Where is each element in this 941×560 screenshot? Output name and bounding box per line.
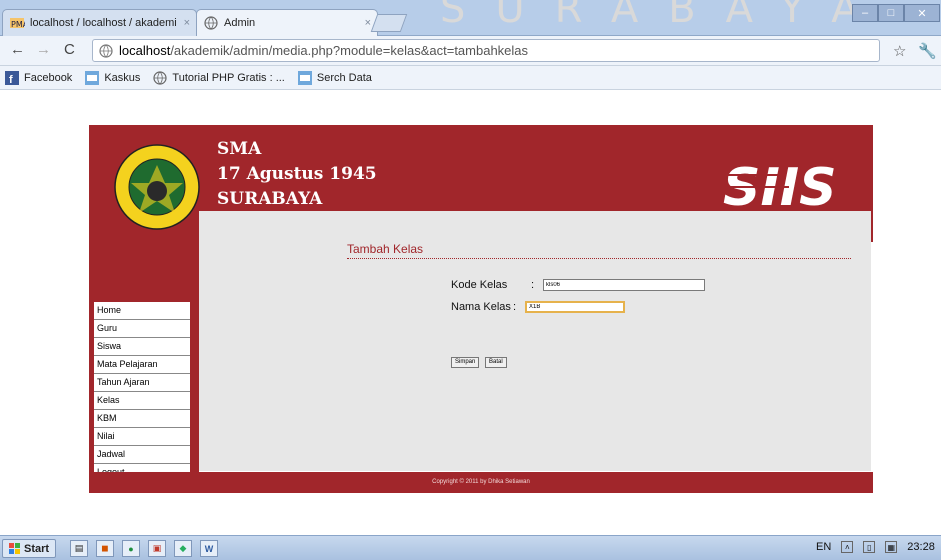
menu-item-kelas[interactable]: Kelas [94, 392, 190, 410]
bookmark-star-icon[interactable]: ☆ [893, 42, 906, 60]
globe-icon [152, 70, 168, 86]
address-bar[interactable]: localhost/akademik/admin/media.php?modul… [92, 39, 880, 62]
phpmyadmin-icon: PMA [9, 15, 25, 31]
menu-item-tahun-ajaran[interactable]: Tahun Ajaran [94, 374, 190, 392]
facebook-icon: f [4, 70, 20, 86]
tab-localhost[interactable]: PMA localhost / localhost / akademi × [2, 9, 197, 36]
bookmark-tutorial-php[interactable]: Tutorial PHP Gratis : ... [152, 70, 285, 86]
kode-kelas-label: Kode Kelas [451, 279, 508, 291]
reload-icon[interactable]: C [64, 41, 75, 58]
menu-item-mata-pelajaran[interactable]: Mata Pelajaran [94, 356, 190, 374]
kaskus-icon [84, 70, 100, 86]
batal-button[interactable]: Batal [485, 357, 507, 368]
simpan-button[interactable]: Simpan [451, 357, 480, 368]
close-window-button[interactable]: ✕ [904, 4, 940, 22]
system-tray: EN ˄ ▯ ▦ 23:28 [816, 541, 935, 553]
nama-kelas-row: Nama Kelas : [451, 301, 625, 313]
tab-close-icon[interactable]: × [184, 17, 190, 29]
bookmark-kaskus[interactable]: Kaskus [84, 70, 140, 86]
clock: 23:28 [907, 541, 935, 553]
bookmarks-bar: f Facebook Kaskus Tutorial PHP Gratis : … [0, 66, 941, 90]
show-desktop-icon[interactable]: ▤ [70, 540, 88, 557]
chevron-up-icon[interactable]: ˄ [841, 541, 854, 553]
page-viewport: SMA 17 Agustus 1945 SURABAYA SIIS Tambah… [0, 91, 941, 535]
new-tab-button[interactable] [370, 14, 408, 32]
taskbar: Start ▤ ◼ ● ▣ ◆ W EN ˄ ▯ ▦ 23:28 [0, 535, 941, 560]
tab-admin[interactable]: Admin × [196, 9, 378, 36]
bookmark-facebook[interactable]: f Facebook [4, 70, 72, 86]
app-icon[interactable]: ▣ [148, 540, 166, 557]
app-icon[interactable]: ◆ [174, 540, 192, 557]
minimize-button[interactable]: – [852, 4, 878, 22]
word-icon[interactable]: W [200, 540, 218, 557]
menu-item-kbm[interactable]: KBM [94, 410, 190, 428]
browser-tabstrip: SURABAYA PMA localhost / localhost / aka… [0, 0, 941, 36]
app-icon[interactable]: ◼ [96, 540, 114, 557]
wrench-icon[interactable]: 🔧 [918, 42, 937, 60]
language-indicator[interactable]: EN [816, 541, 831, 553]
menu-item-siswa[interactable]: Siswa [94, 338, 190, 356]
siis-brand-logo: SIIS [719, 158, 837, 215]
menu-item-guru[interactable]: Guru [94, 320, 190, 338]
school-name: SMA 17 Agustus 1945 SURABAYA [217, 139, 377, 209]
sidebar-menu: Home Guru Siswa Mata Pelajaran Tahun Aja… [94, 302, 190, 482]
browser-toolbar: ← → C localhost/akademik/admin/media.php… [0, 36, 941, 66]
network-icon[interactable]: ▦ [885, 541, 898, 553]
kode-kelas-input[interactable] [543, 279, 705, 291]
page-info-icon [99, 43, 113, 58]
maximize-button[interactable]: □ [878, 4, 904, 22]
start-button[interactable]: Start [2, 539, 57, 558]
globe-icon [203, 15, 219, 31]
watermark: SURABAYA [440, 0, 889, 32]
nama-kelas-label: Nama Kelas [451, 301, 511, 313]
svg-text:f: f [9, 74, 13, 85]
tab-close-icon[interactable]: × [365, 17, 371, 29]
svg-text:PMA: PMA [11, 20, 25, 29]
chrome-icon[interactable]: ● [122, 540, 140, 557]
menu-item-home[interactable]: Home [94, 302, 190, 320]
kaskus-icon [297, 70, 313, 86]
kode-kelas-row: Kode Kelas : [451, 279, 705, 291]
page-title: Tambah Kelas [347, 242, 851, 259]
menu-item-jadwal[interactable]: Jadwal [94, 446, 190, 464]
main-content: Tambah Kelas Kode Kelas : Nama Kelas : S… [199, 211, 871, 471]
menu-item-nilai[interactable]: Nilai [94, 428, 190, 446]
site-footer: Copyright © 2011 by Dhika Setiawan [89, 472, 873, 493]
forward-arrow-icon[interactable]: → [36, 41, 51, 58]
school-logo [114, 144, 200, 230]
nama-kelas-input[interactable] [525, 301, 625, 313]
battery-icon[interactable]: ▯ [863, 541, 876, 553]
windows-flag-icon [9, 542, 20, 554]
back-arrow-icon[interactable]: ← [10, 41, 25, 58]
bookmark-serch-data[interactable]: Serch Data [297, 70, 372, 86]
